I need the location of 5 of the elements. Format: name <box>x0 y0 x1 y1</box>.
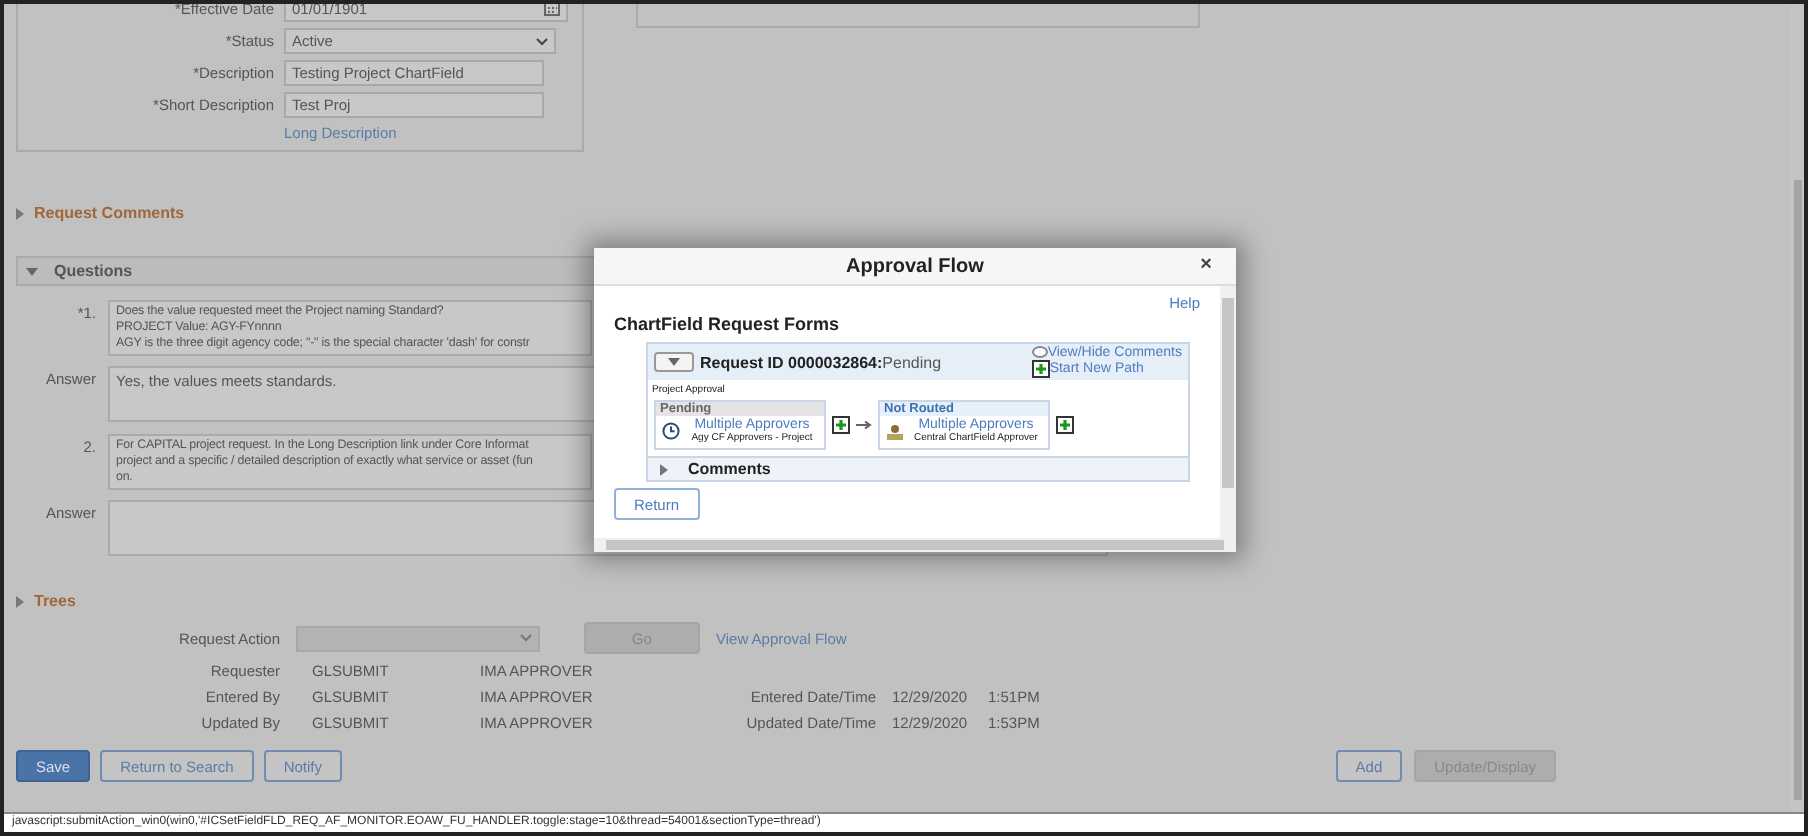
dialog-title: Approval Flow <box>846 255 984 277</box>
request-title: Request ID 0000032864:Pending <box>700 353 942 371</box>
dialog-heading: ChartField Request Forms <box>614 314 842 334</box>
comments-title: Comments <box>688 460 771 478</box>
section-title: Questions <box>54 262 133 280</box>
